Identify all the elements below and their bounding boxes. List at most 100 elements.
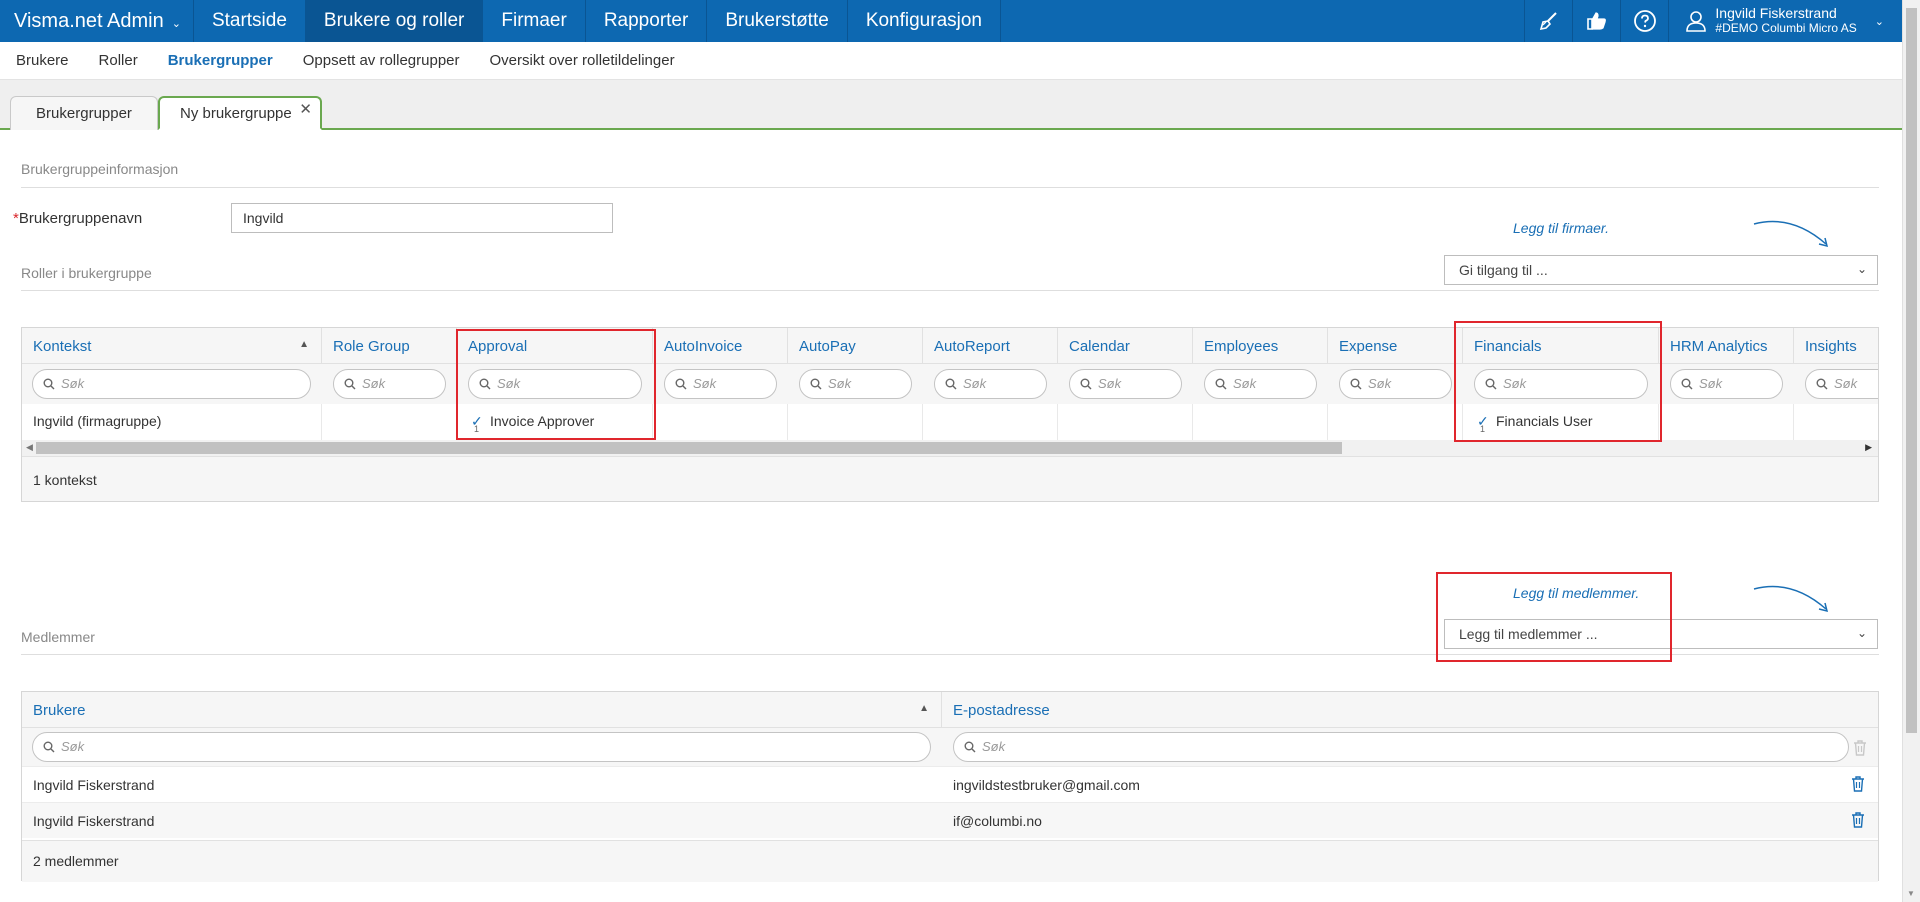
add-companies-hint: Legg til firmaer. (1513, 220, 1609, 236)
subnav-item-brukergrupper[interactable]: Brukergrupper (168, 52, 273, 69)
column-header-calendar[interactable]: Calendar (1058, 328, 1193, 364)
members-grid: Brukere ▲ E-postadresse Søk Søk Ingvild F… (21, 691, 1879, 882)
search-input-calendar[interactable]: Søk (1069, 369, 1182, 399)
column-header-expense[interactable]: Expense (1328, 328, 1463, 364)
curved-arrow-icon (1753, 585, 1829, 613)
chevron-down-icon: ⌄ (1856, 626, 1867, 640)
column-header-e-postadresse[interactable]: E-postadresse (942, 692, 1878, 728)
table-cell (788, 404, 923, 440)
table-row: Ingvild Fiskerstrand ingvildstestbruker@… (22, 766, 1878, 802)
search-input-hrm-analytics[interactable]: Søk (1670, 369, 1783, 399)
scroll-right-icon[interactable]: ▶ (1865, 442, 1872, 453)
subnav-item-oppsett-av-rollegrupper[interactable]: Oppsett av rollegrupper (303, 52, 460, 69)
grid-footer: 2 medlemmer (22, 840, 1878, 882)
search-input-insights[interactable]: Søk (1805, 369, 1878, 399)
nav-item-konfigurasjon[interactable]: Konfigurasjon (848, 0, 1002, 42)
chevron-down-icon: ⌄ (1856, 262, 1867, 276)
member-name: Ingvild Fiskerstrand (33, 813, 155, 829)
section-title-roles: Roller i brukergruppe (21, 265, 152, 281)
user-menu[interactable]: Ingvild Fiskerstrand #DEMO Columbi Micro… (1668, 0, 1902, 42)
nav-item-rapporter[interactable]: Rapporter (586, 0, 708, 42)
column-header-autoinvoice[interactable]: AutoInvoice (653, 328, 788, 364)
column-header-autopay[interactable]: AutoPay (788, 328, 923, 364)
table-cell (923, 404, 1058, 440)
search-input-autoreport[interactable]: Søk (934, 369, 1047, 399)
member-count: 2 medlemmer (33, 853, 119, 869)
divider (21, 290, 1879, 291)
column-header-insights[interactable]: Insights (1794, 328, 1878, 364)
scrollbar-thumb[interactable] (36, 442, 1342, 454)
search-input-e-postadresse[interactable]: Søk (953, 732, 1849, 762)
chevron-down-icon: ⌄ (171, 17, 181, 30)
nav-item-startside[interactable]: Startside (194, 0, 306, 42)
search-input-employees[interactable]: Søk (1204, 369, 1317, 399)
member-email: if@columbi.no (953, 813, 1042, 829)
filter-row: Søk Søk (22, 728, 1878, 766)
column-header-kontekst[interactable]: Kontekst ▲ (22, 328, 322, 364)
tab-strip: Brukergrupper Ny brukergruppe ✕ (0, 80, 1902, 130)
column-header-role-group[interactable]: Role Group (322, 328, 457, 364)
nav-item-firmaer[interactable]: Firmaer (483, 0, 586, 42)
member-email: ingvildstestbruker@gmail.com (953, 777, 1140, 793)
nav-item-brukere-og-roller[interactable]: Brukere og roller (305, 0, 484, 42)
search-input-autopay[interactable]: Søk (799, 369, 912, 399)
broom-icon[interactable] (1524, 0, 1572, 42)
table-cell (1328, 404, 1463, 440)
table-cell (1193, 404, 1328, 440)
section-title-members: Medlemmer (21, 629, 95, 645)
column-header-autoreport[interactable]: AutoReport (923, 328, 1058, 364)
grant-access-dropdown[interactable]: Gi tilgang til ... ⌄ (1444, 255, 1878, 285)
highlight-approval (456, 329, 656, 440)
top-right-tools: Ingvild Fiskerstrand #DEMO Columbi Micro… (1524, 0, 1902, 42)
table-cell (322, 404, 457, 440)
subnav-item-roller[interactable]: Roller (99, 52, 138, 69)
user-company: #DEMO Columbi Micro AS (1715, 21, 1857, 35)
group-name-input[interactable]: Ingvild (231, 203, 613, 233)
nav-item-brukerstotte[interactable]: Brukerstøtte (707, 0, 848, 42)
horizontal-scrollbar[interactable]: ◀ ▶ (22, 440, 1878, 456)
column-header-employees[interactable]: Employees (1193, 328, 1328, 364)
table-cell (1058, 404, 1193, 440)
table-cell (1659, 404, 1794, 440)
table-cell (653, 404, 788, 440)
scroll-down-icon[interactable]: ▼ (1907, 889, 1915, 898)
tab-label: Ny brukergruppe (180, 104, 292, 122)
curved-arrow-icon (1753, 220, 1829, 248)
help-icon[interactable] (1620, 0, 1668, 42)
sort-up-icon[interactable]: ▲ (299, 339, 309, 350)
table-cell-context: Ingvild (firmagruppe) (22, 404, 322, 440)
close-icon[interactable]: ✕ (299, 100, 312, 118)
search-input-autoinvoice[interactable]: Søk (664, 369, 777, 399)
app-title: Visma.net Admin (14, 9, 164, 32)
column-header-hrm-analytics[interactable]: HRM Analytics (1659, 328, 1794, 364)
tab-ny-brukergruppe[interactable]: Ny brukergruppe ✕ (158, 96, 322, 130)
highlight-financials (1454, 321, 1662, 442)
dropdown-value: Gi tilgang til ... (1459, 262, 1548, 278)
search-input-expense[interactable]: Søk (1339, 369, 1452, 399)
grid-footer: 1 kontekst (22, 456, 1878, 501)
section-title-info: Brukergruppeinformasjon (21, 161, 179, 177)
context-count: 1 kontekst (33, 472, 97, 488)
user-name: Ingvild Fiskerstrand (1715, 5, 1837, 21)
name-label: *Brukergruppenavn (13, 210, 143, 227)
app-menu[interactable]: Visma.net Admin ⌄ (0, 0, 194, 42)
column-header-brukere[interactable]: Brukere ▲ (22, 692, 942, 728)
search-input-kontekst[interactable]: Søk (32, 369, 311, 399)
trash-icon[interactable] (1850, 775, 1866, 793)
trash-icon (1854, 740, 1866, 756)
table-row: Ingvild Fiskerstrand if@columbi.no (22, 802, 1878, 838)
chevron-down-icon: ⌄ (1874, 15, 1884, 28)
scroll-left-icon[interactable]: ◀ (26, 442, 33, 453)
tab-brukergrupper[interactable]: Brukergrupper (10, 96, 158, 130)
trash-icon[interactable] (1850, 811, 1866, 829)
sub-nav: Brukere Roller Brukergrupper Oppsett av … (0, 42, 1902, 80)
search-input-brukere[interactable]: Søk (32, 732, 931, 762)
thumbs-icon[interactable] (1572, 0, 1620, 42)
subnav-item-oversikt-over-rolletildelinger[interactable]: Oversikt over rolletildelinger (490, 52, 675, 69)
highlight-add-members (1436, 572, 1672, 662)
subnav-item-brukere[interactable]: Brukere (16, 52, 69, 69)
vertical-scrollbar[interactable]: ▼ (1902, 0, 1920, 902)
scrollbar-thumb[interactable] (1906, 8, 1917, 733)
search-input-role-group[interactable]: Søk (333, 369, 446, 399)
sort-up-icon[interactable]: ▲ (919, 703, 929, 714)
